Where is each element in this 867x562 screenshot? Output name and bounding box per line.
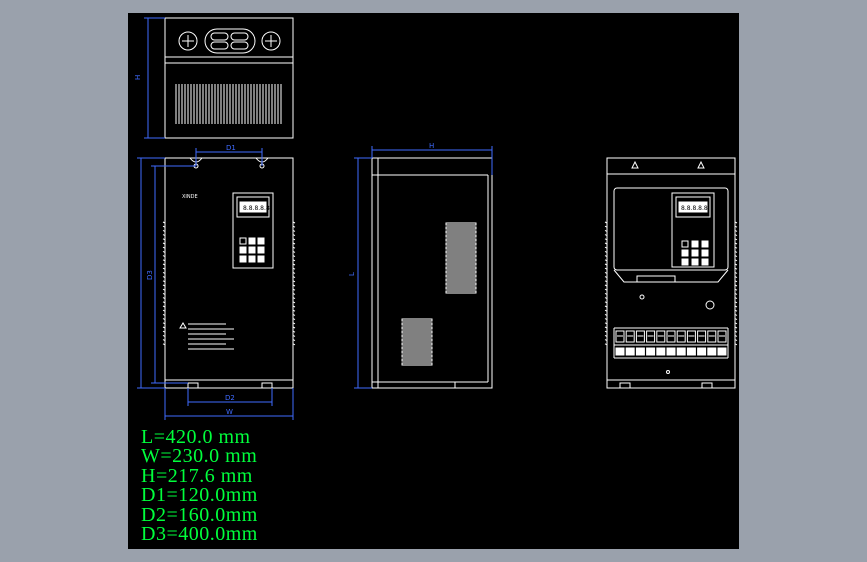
vent-slot [445,246,477,250]
vent-slot [445,270,477,274]
vent-slot [445,274,477,278]
keypad-key [257,237,265,245]
keypad-key [701,258,709,266]
keypad-key [701,240,709,248]
terminal-label [717,347,727,356]
side-view [371,157,493,389]
vent-slot [401,346,433,350]
vent-slot [445,290,477,294]
vent-slot [401,358,433,362]
keypad-key [691,240,699,248]
vent-slot [401,354,433,358]
terminal-label [635,347,645,356]
open-display: 8.8.8.8.8 [681,205,708,212]
terminal-label [615,347,625,356]
dim-label-d1: D1 [226,144,236,152]
keypad-key [248,237,256,245]
dim-d1: D1=120.0mm [141,484,258,507]
vent-slot [401,326,433,330]
keypad-key [681,249,689,257]
keypad-key [239,237,247,245]
dim-label-l: L [348,272,356,276]
dim-label-side-h: H [429,142,434,150]
open-front-view [604,157,738,389]
vent-slot [445,238,477,242]
terminal-label [686,347,696,356]
terminal-label [676,347,686,356]
keypad-key [248,255,256,263]
front-brand: XINDE [182,194,198,200]
vent-slot [401,362,433,366]
terminal-label [656,347,666,356]
dim-w: W=230.0 mm [141,445,258,468]
vent-slot [401,334,433,338]
vent-slot [401,338,433,342]
terminal-label [697,347,707,356]
vent-slot [401,318,433,322]
front-view [162,157,296,389]
front-view-dimensions [137,148,294,420]
keypad-key [681,240,689,248]
vent-slot [401,350,433,354]
terminal-label [625,347,635,356]
dim-d3: D3=400.0mm [141,523,258,546]
top-view [164,17,294,139]
keypad-key [248,246,256,254]
dimension-list: L=420.0 mm W=230.0 mm H=217.6 mm D1=120.… [141,427,258,546]
keypad-key [691,258,699,266]
keypad-key [239,246,247,254]
vent-slot [401,330,433,334]
vent-slot [401,322,433,326]
keypad-key [691,249,699,257]
keypad-key [681,258,689,266]
vent-slot [445,266,477,270]
vent-slot [445,254,477,258]
keypad-key [701,249,709,257]
keypad-key [257,246,265,254]
dim-label-w: W [226,408,233,416]
terminal-label [707,347,717,356]
vent-slot [445,262,477,266]
vent-slot [445,226,477,230]
vent-slot [445,234,477,238]
dim-label-top-h: H [134,75,142,80]
vent-slot [401,342,433,346]
cad-drawing: H XINDE 8.8.8.8.8 D1 D3 D2 W H L 8.8.8.8… [134,17,738,420]
vent-slot [445,242,477,246]
terminal-label [646,347,656,356]
vent-slot [445,230,477,234]
vent-slot [445,286,477,290]
vent-slot [445,278,477,282]
dim-label-d3: D3 [146,270,154,280]
vent-slot [445,258,477,262]
vent-slot [445,250,477,254]
vent-slot [445,222,477,226]
keypad-key [239,255,247,263]
keypad-key [257,255,265,263]
vent-slot [445,282,477,286]
terminal-label [666,347,676,356]
top-view-dimension [144,17,165,139]
dim-label-d2: D2 [225,394,235,402]
front-display: 8.8.8.8.8 [243,205,270,212]
